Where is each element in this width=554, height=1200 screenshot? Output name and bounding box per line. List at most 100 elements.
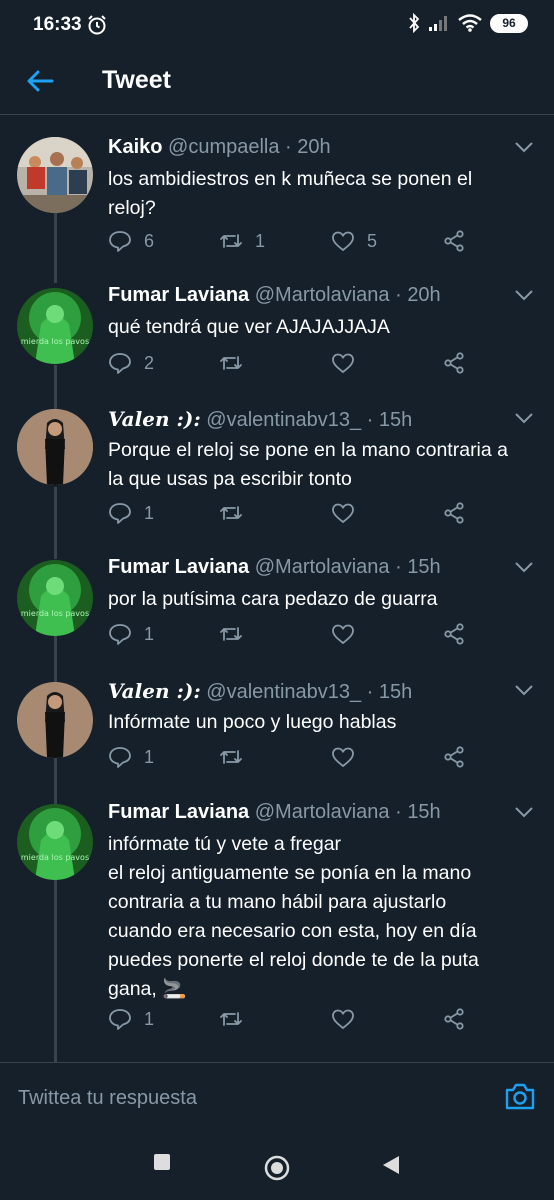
tweet-text: los ambidiestros en k muñeca se ponen el… bbox=[108, 168, 473, 219]
alarm-icon bbox=[88, 15, 106, 35]
tweet-header: Valen :): @valentinabv13_ · 15h bbox=[108, 679, 514, 704]
reply-button[interactable]: 1 bbox=[108, 745, 154, 769]
tweet[interactable]: Kaiko @cumpaella · 20h los ambidiestros … bbox=[0, 136, 554, 276]
heart-icon bbox=[332, 747, 354, 768]
reply-composer[interactable]: Twittea tu respuesta bbox=[0, 1062, 554, 1130]
avatar[interactable] bbox=[17, 682, 93, 758]
reply-count: 1 bbox=[144, 746, 155, 767]
avatar-text: mierda los pavos bbox=[21, 853, 89, 862]
chevron-down-icon[interactable] bbox=[514, 288, 534, 302]
avatar[interactable]: mierda los pavos bbox=[17, 560, 93, 636]
comment-icon bbox=[109, 353, 131, 374]
like-button[interactable]: 5 bbox=[331, 229, 377, 253]
status-bar: 16:33 96 bbox=[0, 0, 554, 50]
recents-icon[interactable] bbox=[152, 1152, 172, 1172]
retweet-count: 1 bbox=[255, 230, 266, 251]
handle-time: @Martolaviana · 20h bbox=[254, 284, 441, 306]
like-button[interactable] bbox=[331, 351, 355, 375]
like-button[interactable] bbox=[331, 1007, 355, 1031]
home-icon[interactable] bbox=[263, 1154, 291, 1182]
comment-icon bbox=[109, 231, 131, 252]
avatar[interactable] bbox=[17, 409, 93, 485]
like-button[interactable] bbox=[331, 745, 355, 769]
display-name[interactable]: Valen :): bbox=[108, 407, 201, 431]
share-icon bbox=[444, 746, 464, 768]
avatar[interactable]: mierda los pavos bbox=[17, 804, 93, 880]
share-button[interactable] bbox=[442, 745, 466, 769]
retweet-icon bbox=[220, 234, 242, 248]
share-button[interactable] bbox=[442, 1007, 466, 1031]
share-button[interactable] bbox=[442, 229, 466, 253]
heart-icon bbox=[332, 353, 354, 374]
handle-time: @cumpaella · 20h bbox=[168, 136, 331, 158]
heart-icon bbox=[332, 624, 354, 645]
back-nav-icon[interactable] bbox=[380, 1154, 402, 1176]
like-count: 5 bbox=[367, 230, 378, 251]
status-time: 16:33 bbox=[33, 14, 82, 35]
display-name[interactable]: Kaiko bbox=[108, 136, 162, 158]
tweet-text: qué tendrá que ver AJAJAJJAJA bbox=[108, 316, 390, 338]
handle-time: @Martolaviana · 15h bbox=[254, 556, 441, 578]
tweet-actions: 1 bbox=[108, 501, 478, 531]
retweet-button[interactable] bbox=[219, 622, 243, 646]
wifi-icon bbox=[458, 14, 482, 32]
share-icon bbox=[444, 623, 464, 645]
chevron-down-icon[interactable] bbox=[514, 140, 534, 154]
retweet-button[interactable] bbox=[219, 501, 243, 525]
retweet-button[interactable] bbox=[219, 351, 243, 375]
retweet-button[interactable]: 1 bbox=[219, 229, 265, 253]
page-title: Tweet bbox=[102, 66, 171, 94]
reply-count: 1 bbox=[144, 1008, 155, 1029]
tweet[interactable]: Valen :): @valentinabv13_ · 15h Porque e… bbox=[0, 407, 554, 547]
heart-icon bbox=[332, 231, 354, 252]
handle-time: @valentinabv13_ · 15h bbox=[206, 409, 413, 431]
display-name[interactable]: Fumar Laviana bbox=[108, 556, 249, 578]
heart-icon bbox=[332, 503, 354, 524]
share-icon bbox=[444, 502, 464, 524]
tweet-header: Fumar Laviana @Martolaviana · 15h bbox=[108, 556, 514, 579]
tweet-actions: 1 bbox=[108, 1007, 478, 1037]
display-name[interactable]: Fumar Laviana bbox=[108, 284, 249, 306]
tweet[interactable]: mierda los pavos Fumar Laviana @Martolav… bbox=[0, 801, 554, 1041]
header: Tweet bbox=[0, 50, 554, 115]
comment-icon bbox=[109, 503, 131, 524]
share-button[interactable] bbox=[442, 351, 466, 375]
reply-button[interactable]: 1 bbox=[108, 501, 154, 525]
tweet-text: infórmate tú y vete a fregar el reloj ant… bbox=[108, 833, 479, 1000]
reply-count: 1 bbox=[144, 623, 155, 644]
avatar[interactable] bbox=[17, 137, 93, 213]
like-button[interactable] bbox=[331, 501, 355, 525]
retweet-button[interactable] bbox=[219, 1007, 243, 1031]
reply-input[interactable]: Twittea tu respuesta bbox=[18, 1087, 197, 1110]
signal-icon bbox=[429, 16, 447, 31]
chevron-down-icon[interactable] bbox=[514, 805, 534, 819]
display-name[interactable]: Valen :): bbox=[108, 679, 201, 703]
tweet[interactable]: mierda los pavos Fumar Laviana @Martolav… bbox=[0, 284, 554, 394]
reply-button[interactable]: 2 bbox=[108, 351, 154, 375]
comment-icon bbox=[109, 624, 131, 645]
tweet[interactable]: mierda los pavos Fumar Laviana @Martolav… bbox=[0, 556, 554, 666]
reply-button[interactable]: 6 bbox=[108, 229, 154, 253]
chevron-down-icon[interactable] bbox=[514, 560, 534, 574]
battery-indicator: 96 bbox=[490, 13, 528, 33]
reply-button[interactable]: 1 bbox=[108, 1007, 154, 1031]
tweet-text: Porque el reloj se pone en la mano contr… bbox=[108, 439, 508, 490]
tweet[interactable]: Valen :): @valentinabv13_ · 15h Infórmat… bbox=[0, 679, 554, 789]
share-button[interactable] bbox=[442, 622, 466, 646]
like-button[interactable] bbox=[331, 622, 355, 646]
display-name[interactable]: Fumar Laviana bbox=[108, 801, 249, 823]
chevron-down-icon[interactable] bbox=[514, 411, 534, 425]
share-button[interactable] bbox=[442, 501, 466, 525]
retweet-button[interactable] bbox=[219, 745, 243, 769]
camera-icon[interactable] bbox=[504, 1081, 536, 1111]
retweet-icon bbox=[220, 750, 242, 764]
tweet-header: Valen :): @valentinabv13_ · 15h bbox=[108, 407, 514, 432]
avatar[interactable]: mierda los pavos bbox=[17, 288, 93, 364]
chevron-down-icon[interactable] bbox=[514, 683, 534, 697]
reply-button[interactable]: 1 bbox=[108, 622, 154, 646]
tweet-text: por la putísima cara pedazo de guarra bbox=[108, 588, 438, 610]
handle-time: @valentinabv13_ · 15h bbox=[206, 681, 413, 703]
arrow-left-icon[interactable] bbox=[24, 65, 56, 97]
share-icon bbox=[444, 352, 464, 374]
tweet-actions: 2 bbox=[108, 351, 478, 381]
